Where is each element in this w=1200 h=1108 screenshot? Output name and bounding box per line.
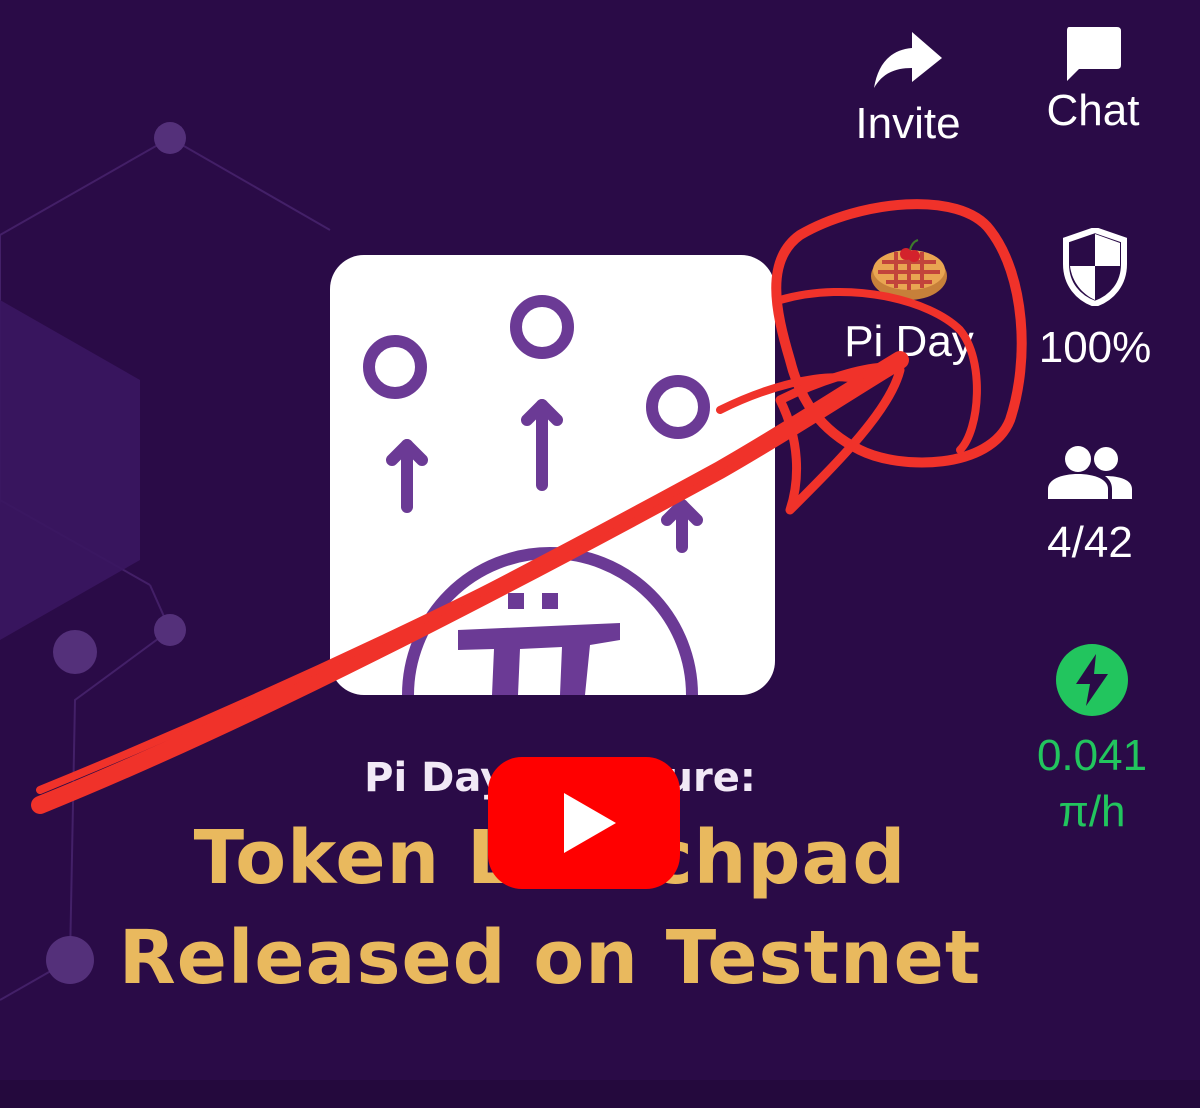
pi-day-button[interactable]: Pi Day xyxy=(826,238,992,364)
invite-button[interactable]: Invite xyxy=(838,30,978,146)
video-caption-title-line-2: Released on Testnet xyxy=(118,915,982,1001)
chat-label: Chat xyxy=(1046,86,1140,135)
youtube-play-button[interactable] xyxy=(488,757,680,889)
lightning-icon xyxy=(1056,644,1128,716)
pie-icon xyxy=(871,239,947,300)
mining-rate-unit: π/h xyxy=(1058,787,1126,836)
bottom-bar xyxy=(0,1080,1200,1108)
security-circle-button[interactable]: 100% xyxy=(1028,228,1162,370)
youtube-play-icon xyxy=(564,793,616,853)
people-icon xyxy=(1048,446,1132,499)
mining-rate-value: 0.041 xyxy=(1036,731,1148,780)
security-percentage: 100% xyxy=(1038,323,1152,372)
invite-label: Invite xyxy=(855,99,961,148)
team-button[interactable]: 4/42 xyxy=(1030,445,1150,565)
share-arrow-icon xyxy=(874,32,942,88)
video-thumbnail-card[interactable] xyxy=(330,255,775,695)
mining-rate-button[interactable]: 0.041 π/h xyxy=(1022,642,1162,834)
shield-icon xyxy=(1063,228,1127,306)
token-launch-illustration-icon xyxy=(363,295,710,695)
pi-app-screen: Pi Day 2 ture: Token L chpad Released on… xyxy=(0,0,1200,1108)
team-count: 4/42 xyxy=(1047,518,1133,567)
pi-day-label: Pi Day xyxy=(844,317,974,366)
chat-button[interactable]: Chat xyxy=(1028,25,1158,133)
chat-bubble-icon xyxy=(1067,27,1121,81)
